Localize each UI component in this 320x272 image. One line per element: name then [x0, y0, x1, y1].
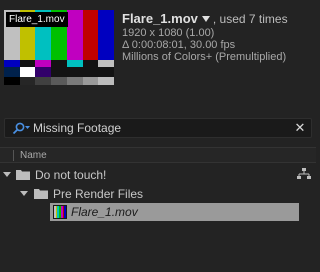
flowchart-icon[interactable] [297, 168, 311, 180]
color-bar-segment [66, 67, 83, 77]
info-resolution: 1920 x 1080 (1.00) [122, 27, 215, 39]
folder-icon [34, 189, 48, 199]
gray-ramp-segment [35, 77, 52, 85]
info-duration: Δ 0:00:08:01, 30.00 fps [122, 39, 236, 51]
gray-ramp-segment [98, 77, 114, 85]
column-name-label[interactable]: Name [20, 150, 47, 161]
search-input[interactable] [33, 120, 283, 136]
color-bar-segment [51, 60, 67, 67]
info-filename: Flare_1.mov [122, 11, 198, 26]
gray-ramp-segment [82, 77, 99, 85]
search-icon[interactable] [11, 122, 31, 135]
clear-search-icon[interactable]: ✕ [293, 121, 307, 135]
tree-item-label: Pre Render Files [53, 187, 144, 201]
footage-info: Flare_1.mov , used 7 times 1920 x 1080 (1… [122, 11, 316, 63]
expand-chevron-icon[interactable] [20, 191, 28, 196]
color-bar-segment [98, 67, 114, 77]
usage-dropdown-icon[interactable] [201, 16, 210, 23]
gray-ramp-segment [66, 77, 83, 85]
thumbnail-label: Flare_1.mov [6, 12, 68, 27]
tree-item-label: Do not touch! [35, 168, 107, 182]
tree-row-folder-2[interactable]: Pre Render Files [0, 185, 316, 203]
column-divider[interactable] [13, 150, 14, 161]
gray-ramp-segment [51, 77, 67, 85]
project-panel: Flare_1.mov Flare_1.mov , used 7 times 19… [0, 0, 316, 272]
tree-item-label: Flare_1.mov [71, 205, 138, 219]
color-bar [82, 10, 99, 60]
color-bar-segment [19, 67, 36, 77]
color-bar-segment [82, 60, 99, 67]
color-bars-row-3 [4, 67, 114, 77]
color-bar-segment [66, 60, 83, 67]
folder-icon [16, 170, 30, 180]
color-bar-segment [19, 60, 36, 67]
color-bars-row-4 [4, 77, 114, 85]
expand-chevron-icon[interactable] [3, 172, 11, 177]
tree-row-footage[interactable]: Flare_1.mov [50, 203, 299, 221]
color-bar-segment [35, 60, 52, 67]
color-bar-segment [51, 67, 67, 77]
color-bar-segment [82, 67, 99, 77]
color-bar-segment [98, 60, 114, 67]
color-bar-segment [35, 67, 52, 77]
tree-row-folder-1[interactable]: Do not touch! [0, 166, 316, 184]
color-bar-segment [4, 67, 20, 77]
info-color-depth: Millions of Colors+ (Premultiplied) [122, 51, 287, 63]
footage-file-icon [53, 205, 67, 219]
search-bar: ✕ [4, 118, 312, 138]
footage-thumbnail: Flare_1.mov [4, 10, 114, 85]
color-bar [66, 10, 83, 60]
gray-ramp-segment [19, 77, 36, 85]
gray-ramp-segment [4, 77, 20, 85]
info-used-count: , used 7 times [212, 12, 288, 26]
color-bars-row-2 [4, 60, 114, 67]
column-header: Name [0, 147, 316, 163]
info-name-line: Flare_1.mov , used 7 times [122, 11, 316, 27]
color-bar-segment [4, 60, 20, 67]
color-bar [98, 10, 114, 60]
footage-icon-stripe [64, 206, 67, 218]
